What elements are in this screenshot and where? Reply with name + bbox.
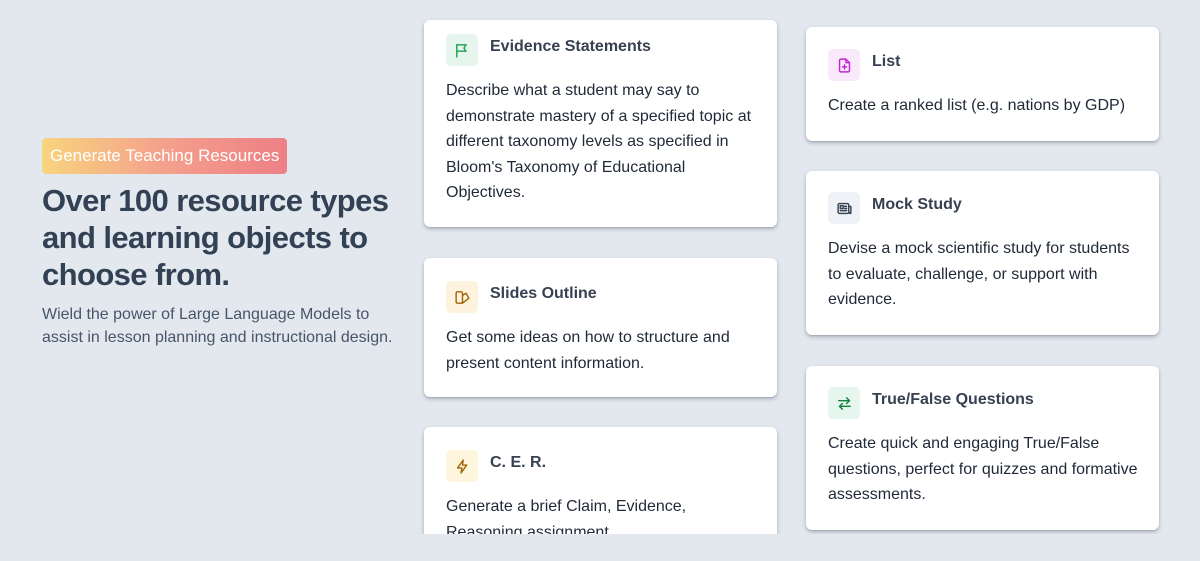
flag-icon xyxy=(446,34,478,66)
newspaper-icon xyxy=(828,192,860,224)
card-true-false-questions[interactable]: True/False Questions Create quick and en… xyxy=(806,366,1159,530)
slides-icon xyxy=(446,281,478,313)
card-description: Generate a brief Claim, Evidence, Reason… xyxy=(446,498,687,534)
card-mock-study[interactable]: Mock Study Devise a mock scientific stud… xyxy=(806,171,1159,335)
card-evidence-statements[interactable]: Evidence Statements Describe what a stud… xyxy=(424,20,777,227)
lightning-icon xyxy=(446,450,478,482)
card-description: Create quick and engaging True/False que… xyxy=(828,435,1138,503)
card-slides-outline[interactable]: Slides Outline Get some ideas on how to … xyxy=(424,258,777,397)
card-title: C. E. R. xyxy=(490,454,547,471)
file-plus-icon xyxy=(828,49,860,81)
card-description: Devise a mock scientific study for stude… xyxy=(828,240,1130,308)
resource-cards-area: Evidence Statements Describe what a stud… xyxy=(0,0,1200,534)
card-title: Mock Study xyxy=(872,196,962,213)
card-title: Slides Outline xyxy=(490,285,597,302)
card-description: Create a ranked list (e.g. nations by GD… xyxy=(828,97,1126,114)
card-description: Get some ideas on how to structure and p… xyxy=(446,329,730,372)
card-cer[interactable]: C. E. R. Generate a brief Claim, Evidenc… xyxy=(424,427,777,534)
card-title: True/False Questions xyxy=(872,391,1034,408)
card-description: Describe what a student may say to demon… xyxy=(446,82,752,201)
card-title: Evidence Statements xyxy=(490,38,651,55)
card-list[interactable]: List Create a ranked list (e.g. nations … xyxy=(806,27,1159,141)
swap-arrows-icon xyxy=(828,387,860,419)
card-title: List xyxy=(872,53,901,70)
